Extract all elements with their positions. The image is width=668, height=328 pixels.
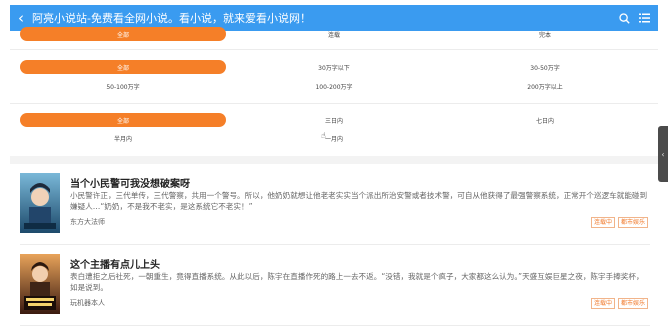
search-icon[interactable] bbox=[619, 12, 630, 24]
pointer-cursor-icon: ☝ bbox=[321, 131, 326, 140]
filter-words-over200[interactable]: 200万字以上 bbox=[442, 79, 648, 93]
filter-words-all[interactable]: 全部 bbox=[20, 60, 226, 74]
book-author: 东方大法师 bbox=[70, 218, 105, 226]
divider bbox=[10, 103, 658, 104]
filter-status-finished[interactable]: 完本 bbox=[442, 27, 648, 41]
filter-update-all[interactable]: 全部 bbox=[20, 113, 226, 127]
book-item[interactable]: 当个小民警可我没想破案呀 小民警许正，三代单传，三代警察，共用一个警号。所以，他… bbox=[20, 173, 650, 245]
filter-words-50-100[interactable]: 50-100万字 bbox=[20, 79, 226, 93]
filter-words-100-200[interactable]: 100-200万字 bbox=[231, 79, 437, 93]
book-cover[interactable] bbox=[20, 173, 60, 233]
divider bbox=[20, 244, 650, 245]
book-author: 玩机器本人 bbox=[70, 299, 105, 307]
status-badge: 连载中 bbox=[590, 217, 615, 228]
book-description: 表白遭拒之后社死，一朝重生，竟得直播系统。从此以后，陈宇在直播作死的路上一去不返… bbox=[70, 272, 644, 292]
page-title: 阿亮小说站-免费看全网小说。看小说，就来爱看小说网！ bbox=[32, 12, 311, 25]
book-cover[interactable] bbox=[20, 254, 60, 314]
book-title[interactable]: 这个主播有点儿上头 bbox=[70, 256, 160, 271]
filter-words-30-50[interactable]: 30-50万字 bbox=[442, 60, 648, 74]
status-badge: 连载中 bbox=[590, 298, 615, 309]
section-gap bbox=[10, 156, 658, 164]
filter-update-month[interactable]: 一月内 bbox=[231, 131, 437, 145]
filter-words-under30[interactable]: 30万字以下 bbox=[231, 60, 437, 74]
status-filter: 全部 连载 完本 bbox=[10, 26, 658, 46]
divider bbox=[20, 325, 650, 326]
category-badge[interactable]: 都市娱乐 bbox=[617, 298, 648, 309]
word-count-filter: 全部 30万字以下 30-50万字 50-100万字 100-200万字 200… bbox=[10, 60, 658, 108]
book-item[interactable]: 这个主播有点儿上头 表白遭拒之后社死，一朝重生，竟得直播系统。从此以后，陈宇在直… bbox=[20, 254, 650, 326]
side-drawer-handle[interactable]: ‹ bbox=[658, 126, 668, 182]
divider bbox=[10, 49, 658, 50]
filter-update-7days[interactable]: 七日内 bbox=[442, 113, 648, 127]
filter-update-halfmonth[interactable]: 半月内 bbox=[20, 131, 226, 145]
book-title[interactable]: 当个小民警可我没想破案呀 bbox=[70, 175, 190, 190]
filter-status-all[interactable]: 全部 bbox=[20, 27, 226, 41]
filter-status-serial[interactable]: 连载 bbox=[231, 27, 437, 41]
filter-update-3days[interactable]: 三日内 bbox=[231, 113, 437, 127]
update-time-filter: 全部 三日内 七日内 半月内 一月内 bbox=[10, 113, 658, 161]
book-description: 小民警许正，三代单传，三代警察，共用一个警号。所以，他奶奶就想让他老老实实当个派… bbox=[70, 191, 648, 211]
menu-icon[interactable] bbox=[639, 13, 650, 23]
category-badge[interactable]: 都市娱乐 bbox=[617, 217, 648, 228]
